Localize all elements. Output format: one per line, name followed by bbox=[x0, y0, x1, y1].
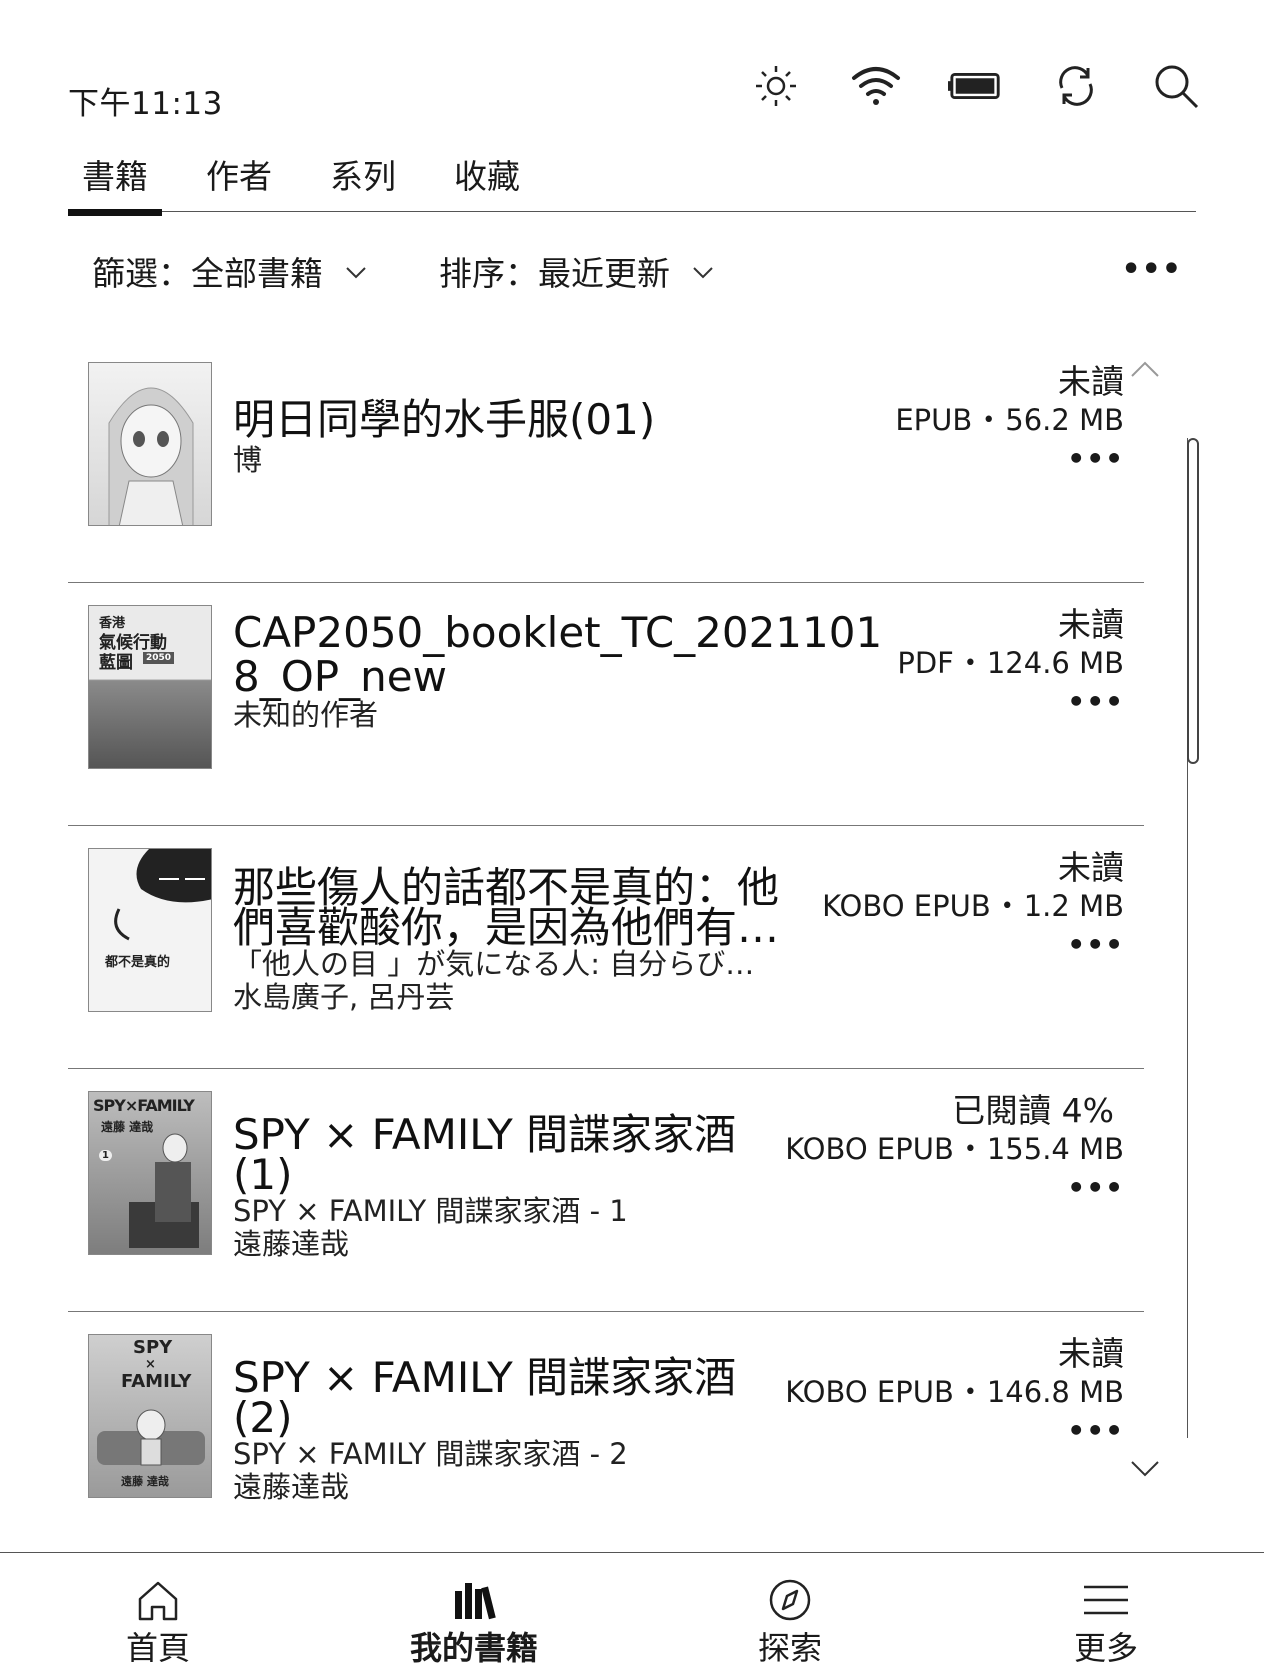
sort-dropdown[interactable]: 排序：最近更新 bbox=[439, 247, 714, 295]
book-list: 明日同學的水手服(01) 博 未讀 EPUB • 56.2 MB ••• 香港 氣候… bbox=[68, 340, 1144, 1555]
read-status: 未讀 bbox=[1058, 362, 1124, 401]
file-size: 56.2 MB bbox=[1005, 403, 1124, 437]
scroll-up-button[interactable] bbox=[1130, 360, 1160, 382]
nav-label: 探索 bbox=[757, 1629, 822, 1667]
book-author: 遠藤達哉 bbox=[233, 1227, 350, 1261]
file-size: 146.8 MB bbox=[986, 1375, 1124, 1409]
chevron-up-icon bbox=[1131, 361, 1159, 377]
book-author: 博 bbox=[233, 443, 263, 477]
book-row[interactable]: SPY×FAMILY 遠藤 達哉 1 SPY × FAMILY 間諜家家酒 (1… bbox=[68, 1069, 1144, 1312]
library-tabs: 書籍 作者 系列 收藏 bbox=[68, 150, 1196, 216]
file-format: PDF bbox=[897, 646, 954, 680]
clock: 下午11:13 bbox=[68, 86, 223, 122]
book-series: 「他人の目 」が気になる人: 自分らび… bbox=[233, 947, 755, 981]
file-meta: EPUB • 56.2 MB bbox=[895, 403, 1124, 437]
file-size: 155.4 MB bbox=[986, 1132, 1124, 1166]
brightness-icon[interactable] bbox=[748, 58, 804, 114]
cover-text: 藍圖 bbox=[99, 653, 133, 673]
scroll-down-button[interactable] bbox=[1130, 1460, 1160, 1482]
filter-dropdown[interactable]: 篩選：全部書籍 bbox=[92, 247, 367, 295]
read-status: 未讀 bbox=[1058, 1334, 1124, 1373]
chevron-down-icon bbox=[1131, 1461, 1159, 1477]
book-row[interactable]: SPY × FAMILY 遠藤 達哉 SPY × FAMILY 間諜家家酒 (2… bbox=[68, 1312, 1144, 1555]
tab-series[interactable]: 系列 bbox=[316, 150, 410, 212]
tab-books[interactable]: 書籍 bbox=[68, 150, 162, 216]
wifi-icon[interactable] bbox=[848, 58, 904, 114]
cover-image-words[interactable]: 都不是真的 bbox=[88, 848, 212, 1012]
file-meta: KOBO EPUB • 146.8 MB bbox=[785, 1375, 1124, 1409]
sync-icon[interactable] bbox=[1048, 58, 1104, 114]
battery-icon bbox=[948, 58, 1004, 114]
scrollbar-thumb[interactable] bbox=[1187, 438, 1199, 764]
file-size: 1.2 MB bbox=[1023, 889, 1124, 923]
file-format: KOBO EPUB bbox=[822, 889, 991, 923]
file-format: EPUB bbox=[895, 403, 973, 437]
book-series: SPY × FAMILY 間諜家家酒 - 1 bbox=[233, 1194, 628, 1228]
cover-image-spy1[interactable]: SPY×FAMILY 遠藤 達哉 1 bbox=[88, 1091, 212, 1255]
book-row[interactable]: 明日同學的水手服(01) 博 未讀 EPUB • 56.2 MB ••• bbox=[68, 340, 1144, 583]
tab-authors[interactable]: 作者 bbox=[192, 150, 286, 212]
filter-bar: 篩選：全部書籍 排序：最近更新 ••• bbox=[92, 246, 1182, 296]
cover-text: 2050 bbox=[143, 652, 175, 664]
sort-label: 排序：最近更新 bbox=[439, 254, 670, 293]
file-meta: KOBO EPUB • 155.4 MB bbox=[785, 1132, 1124, 1166]
read-status: 未讀 bbox=[1058, 605, 1124, 644]
book-title: 明日同學的水手服(01) bbox=[233, 395, 656, 444]
book-more-button[interactable]: ••• bbox=[764, 1411, 1124, 1451]
bottom-navigation: 首頁 我的書籍 探索 更多 bbox=[0, 1552, 1264, 1680]
search-icon[interactable] bbox=[1148, 58, 1204, 114]
status-icons bbox=[748, 58, 1204, 114]
nav-my-books[interactable]: 我的書籍 bbox=[316, 1553, 632, 1680]
file-size: 124.6 MB bbox=[986, 646, 1124, 680]
file-meta: KOBO EPUB • 1.2 MB bbox=[822, 889, 1124, 923]
tab-collections[interactable]: 收藏 bbox=[440, 150, 534, 212]
cover-text: 都不是真的 bbox=[105, 955, 171, 970]
file-format: KOBO EPUB bbox=[785, 1132, 954, 1166]
book-row[interactable]: 香港 氣候行動 藍圖 2050 CAP2050_booklet_TC_20211… bbox=[68, 583, 1144, 826]
book-title: SPY × FAMILY 間諜家家酒 (1) bbox=[233, 1110, 737, 1199]
file-meta: PDF • 124.6 MB bbox=[897, 646, 1124, 680]
book-series: SPY × FAMILY 間諜家家酒 - 2 bbox=[233, 1437, 628, 1471]
book-author: 水島廣子, 呂丹芸 bbox=[233, 980, 455, 1014]
nav-home[interactable]: 首頁 bbox=[0, 1553, 316, 1680]
nav-more[interactable]: 更多 bbox=[948, 1553, 1264, 1680]
book-more-button[interactable]: ••• bbox=[764, 925, 1124, 965]
home-icon bbox=[138, 1581, 178, 1621]
book-more-button[interactable]: ••• bbox=[764, 1168, 1124, 1208]
menu-icon bbox=[1084, 1585, 1128, 1615]
cover-image-cap2050[interactable]: 香港 氣候行動 藍圖 2050 bbox=[88, 605, 212, 769]
cover-image-spy2[interactable]: SPY × FAMILY 遠藤 達哉 bbox=[88, 1334, 212, 1498]
book-row[interactable]: 都不是真的 那些傷人的話都不是真的：他 們喜歡酸你，是因為他們有… 「他人の目 … bbox=[68, 826, 1144, 1069]
read-status: 未讀 bbox=[1058, 848, 1124, 887]
book-more-button[interactable]: ••• bbox=[764, 439, 1124, 479]
read-status: 已閱讀 4% bbox=[952, 1091, 1114, 1130]
cover-image-akebi[interactable] bbox=[88, 362, 212, 526]
filter-label: 篩選：全部書籍 bbox=[92, 254, 323, 293]
chevron-down-icon bbox=[693, 267, 713, 279]
book-more-button[interactable]: ••• bbox=[764, 682, 1124, 722]
book-author: 遠藤達哉 bbox=[233, 1470, 350, 1504]
more-options-button[interactable]: ••• bbox=[1121, 252, 1182, 287]
nav-label: 我的書籍 bbox=[409, 1629, 538, 1667]
book-title: SPY × FAMILY 間諜家家酒 (2) bbox=[233, 1353, 737, 1442]
book-title: 那些傷人的話都不是真的：他 們喜歡酸你，是因為他們有… bbox=[233, 863, 780, 952]
nav-label: 更多 bbox=[1073, 1629, 1138, 1667]
nav-discover[interactable]: 探索 bbox=[632, 1553, 948, 1680]
compass-icon bbox=[769, 1579, 811, 1621]
file-format: KOBO EPUB bbox=[785, 1375, 954, 1409]
library-icon bbox=[455, 1583, 496, 1620]
chevron-down-icon bbox=[346, 267, 366, 279]
nav-label: 首頁 bbox=[125, 1629, 190, 1667]
